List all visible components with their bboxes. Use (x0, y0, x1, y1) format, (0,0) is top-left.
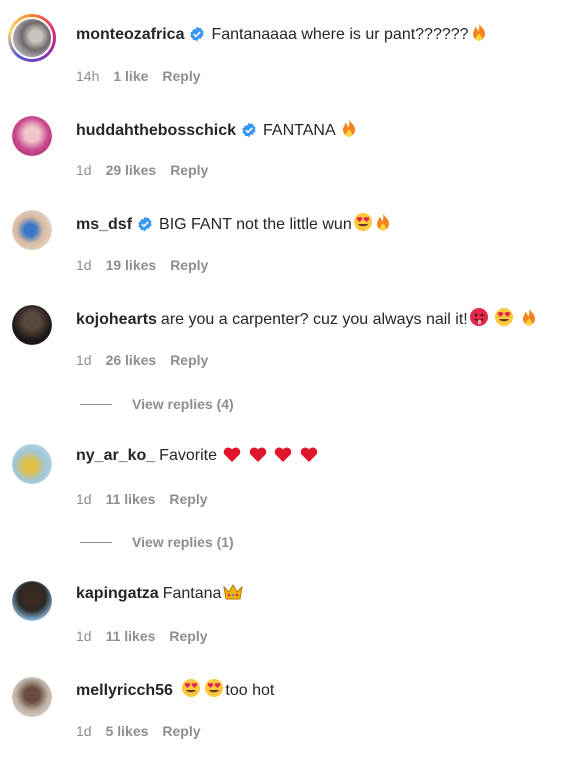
comment-time: 14h (76, 68, 100, 84)
heart-eyes-emoji-icon (353, 213, 372, 231)
likes-count[interactable]: 29 likes (106, 161, 157, 179)
heart-emoji-icon (275, 447, 292, 462)
verified-badge-icon (242, 122, 256, 138)
fire-emoji-icon (343, 119, 356, 137)
comment-text: Fantana (162, 585, 222, 602)
view-replies-label: View replies (4) (132, 396, 234, 412)
fire-emoji-icon (376, 213, 389, 231)
username[interactable]: mellyricch56 (76, 682, 173, 699)
reply-button[interactable]: Reply (162, 722, 200, 740)
comment-text: are you a carpenter? cuz you always nail… (160, 311, 468, 328)
comment-text: FANTANA (263, 122, 335, 139)
avatar[interactable] (12, 116, 52, 156)
verified-badge-icon (138, 216, 152, 232)
comment-time: 1d (76, 628, 92, 644)
likes-count[interactable]: 19 likes (106, 256, 157, 274)
reply-button[interactable]: Reply (170, 161, 208, 179)
fire-emoji-icon (522, 308, 535, 326)
avatar[interactable] (12, 210, 52, 250)
username[interactable]: ny_ar_ko_ (76, 447, 155, 464)
heart-emoji-icon (224, 447, 241, 462)
likes-count[interactable]: 11 likes (106, 627, 156, 645)
username[interactable]: monteozafrica (76, 26, 184, 43)
avatar[interactable] (12, 305, 52, 345)
username[interactable]: kapingatza (76, 585, 159, 602)
reply-button[interactable]: Reply (169, 627, 207, 645)
heart-eyes-emoji-icon (495, 308, 514, 326)
likes-count[interactable]: 11 likes (106, 490, 156, 508)
comment-time: 1d (76, 257, 92, 273)
comments-feed: monteozafrica Fantanaaaa where is ur pant… (0, 0, 586, 765)
view-replies-button[interactable]: View replies (1) (80, 534, 234, 550)
comment-time: 1d (76, 491, 92, 507)
comment-text: Fantanaaaa where is ur pant?????? (211, 26, 469, 43)
avatar[interactable] (8, 14, 56, 62)
comment-text: BIG FANT not the little wun (159, 216, 352, 233)
comment-time: 1d (76, 723, 92, 739)
comment-time: 1d (76, 162, 92, 178)
view-replies-button[interactable]: View replies (4) (80, 396, 234, 412)
username[interactable]: ms_dsf (76, 216, 132, 233)
username[interactable]: huddahthebosschick (76, 122, 236, 139)
heart-eyes-emoji-icon (182, 679, 201, 697)
reply-button[interactable]: Reply (170, 256, 208, 274)
fire-emoji-icon (472, 23, 485, 41)
heart-emoji-icon (300, 447, 318, 462)
reply-button[interactable]: Reply (170, 351, 208, 369)
comment-text: Favorite (159, 447, 217, 464)
avatar[interactable] (12, 677, 52, 717)
heart-emoji-icon (249, 447, 267, 462)
avatar[interactable] (12, 444, 52, 484)
likes-count[interactable]: 26 likes (106, 351, 157, 369)
comment-time: 1d (76, 352, 92, 368)
reply-button[interactable]: Reply (162, 67, 200, 85)
divider-line (80, 404, 112, 405)
avatar[interactable] (12, 581, 52, 621)
likes-count[interactable]: 1 like (113, 67, 148, 85)
comment-text: too hot (225, 682, 275, 699)
crown-emoji-icon (223, 583, 244, 600)
heart-eyes-emoji-icon (205, 679, 224, 697)
likes-count[interactable]: 5 likes (106, 722, 149, 740)
tongue-face-emoji-icon (469, 308, 488, 326)
verified-badge-icon (190, 26, 205, 42)
reply-button[interactable]: Reply (169, 490, 207, 508)
username[interactable]: kojohearts (76, 311, 157, 328)
divider-line (80, 542, 112, 543)
view-replies-label: View replies (1) (132, 534, 234, 550)
